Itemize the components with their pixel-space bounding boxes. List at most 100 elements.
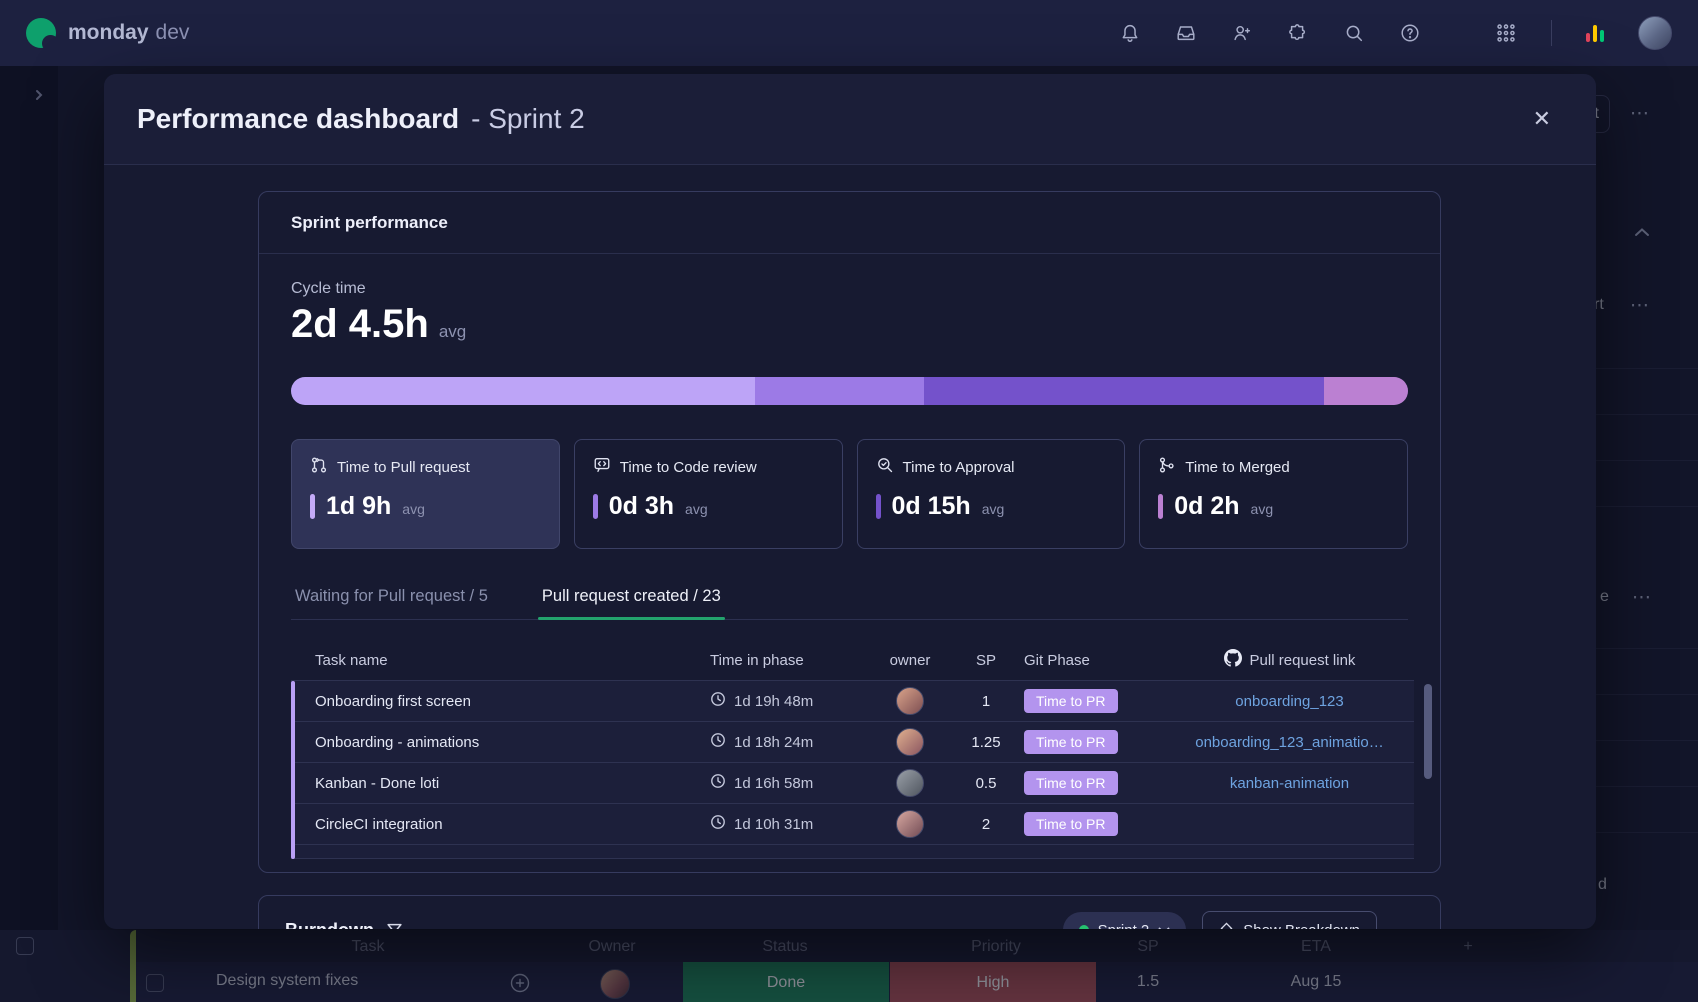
notifications-bell-icon[interactable] <box>1119 22 1141 44</box>
metric-label: Time to Merged <box>1185 459 1289 476</box>
clock-icon <box>710 773 726 793</box>
metric-accent-bar <box>876 494 881 519</box>
metric-accent-bar <box>1158 494 1163 519</box>
filter-icon[interactable] <box>386 922 403 930</box>
close-icon[interactable]: ✕ <box>1533 108 1551 130</box>
approval-icon <box>876 456 894 478</box>
phase-tabs: Waiting for Pull request / 5 Pull reques… <box>291 579 1408 620</box>
cycle-time-progress-bar <box>291 377 1408 405</box>
table-row[interactable]: Onboarding - animations 1d 18h 24m 1.25 … <box>291 722 1414 763</box>
metric-time-to-pull-request[interactable]: Time to Pull request 1d 9h avg <box>291 439 560 549</box>
header-pull-request-link: Pull request link <box>1250 652 1356 669</box>
github-icon <box>1224 649 1242 671</box>
sp-value: 2 <box>948 816 1024 833</box>
task-name: CircleCI integration <box>291 816 710 833</box>
monday-logo-icon[interactable] <box>26 18 56 48</box>
breakdown-diamond-icon <box>1219 921 1234 930</box>
pull-request-link[interactable]: onboarding_123 <box>1235 693 1343 710</box>
pull-request-link[interactable]: onboarding_123_animatio… <box>1195 734 1383 751</box>
chevron-down-icon <box>1158 922 1170 930</box>
git-merge-icon <box>1158 456 1176 478</box>
header-sp: SP <box>948 652 1024 669</box>
git-phase-badge: Time to PR <box>1024 812 1118 836</box>
clock-icon <box>710 732 726 752</box>
table-scrollbar <box>1424 682 1432 858</box>
cycle-time-label: Cycle time <box>291 280 1408 298</box>
inbox-icon[interactable] <box>1175 22 1197 44</box>
pull-request-icon <box>310 456 328 478</box>
modal-header: Performance dashboard - Sprint 2 ✕ <box>104 74 1596 165</box>
table-body: Onboarding first screen 1d 19h 48m 1 Tim… <box>291 680 1414 859</box>
time-in-phase: 1d 16h 58m <box>734 775 813 792</box>
product-chart-icon[interactable] <box>1586 24 1604 42</box>
brand-name: monday <box>68 21 149 45</box>
sprint-selector-label: Sprint 2 <box>1098 922 1150 930</box>
owner-avatar <box>896 687 924 715</box>
header-git-phase: Git Phase <box>1024 652 1165 669</box>
clock-icon <box>710 691 726 711</box>
top-bar: monday dev <box>0 0 1698 66</box>
task-name: Onboarding - animations <box>291 734 710 751</box>
header-task-name: Task name <box>291 652 710 669</box>
phase-metrics: Time to Pull request 1d 9h avg Time to C… <box>291 439 1408 549</box>
sprint-selector-button[interactable]: Sprint 2 <box>1063 912 1187 929</box>
table-row[interactable]: CircleCI integration 1d 10h 31m 2 Time t… <box>291 804 1414 845</box>
metric-unit: avg <box>982 501 1005 517</box>
show-breakdown-label: Show Breakdown <box>1243 922 1360 930</box>
metric-value: 1d 9h <box>326 492 391 521</box>
metric-time-to-approval[interactable]: Time to Approval 0d 15h avg <box>857 439 1126 549</box>
tab-waiting-for-pull-request[interactable]: Waiting for Pull request / 5 <box>291 579 492 619</box>
pull-request-link[interactable]: kanban-animation <box>1230 775 1349 792</box>
sp-value: 0.5 <box>948 775 1024 792</box>
metric-unit: avg <box>685 501 708 517</box>
progress-segment-merged <box>1324 377 1408 405</box>
table-row-clipped <box>291 845 1414 859</box>
cycle-time-value: 2d 4.5h <box>291 302 429 347</box>
progress-segment-code-review <box>755 377 925 405</box>
owner-avatar <box>896 769 924 797</box>
metric-time-to-merged[interactable]: Time to Merged 0d 2h avg <box>1139 439 1408 549</box>
sprint-performance-card: Sprint performance Cycle time 2d 4.5h av… <box>258 191 1441 873</box>
user-avatar[interactable] <box>1638 16 1672 50</box>
git-phase-badge: Time to PR <box>1024 689 1118 713</box>
burndown-card: Burndown Sprint 2 Show Breakdown <box>258 895 1441 929</box>
tab-pull-request-created[interactable]: Pull request created / 23 <box>538 579 725 619</box>
table-row[interactable]: Onboarding first screen 1d 19h 48m 1 Tim… <box>291 681 1414 722</box>
git-phase-badge: Time to PR <box>1024 730 1118 754</box>
progress-segment-pull-request <box>291 377 755 405</box>
help-icon[interactable] <box>1399 22 1421 44</box>
cycle-time-unit: avg <box>439 322 466 342</box>
metric-unit: avg <box>402 501 425 517</box>
modal-title: Performance dashboard <box>137 103 459 135</box>
invite-members-icon[interactable] <box>1231 22 1253 44</box>
apps-marketplace-icon[interactable] <box>1287 22 1309 44</box>
more-options-button[interactable]: ⋯ <box>1393 918 1414 930</box>
header-time-in-phase: Time in phase <box>710 652 872 669</box>
brand-product: dev <box>156 21 190 45</box>
metric-label: Time to Pull request <box>337 459 470 476</box>
scrollbar-thumb[interactable] <box>1424 684 1432 779</box>
screen: t ⋯ rt ⋯ e ⋯ d Task Owner Status Priorit… <box>0 0 1698 1002</box>
metric-value: 0d 2h <box>1174 492 1239 521</box>
performance-dashboard-modal: Performance dashboard - Sprint 2 ✕ Sprin… <box>104 74 1596 929</box>
time-in-phase: 1d 18h 24m <box>734 734 813 751</box>
metric-accent-bar <box>593 494 598 519</box>
sprint-status-dot <box>1079 925 1089 929</box>
metric-time-to-code-review[interactable]: Time to Code review 0d 3h avg <box>574 439 843 549</box>
product-switcher-grid-icon[interactable] <box>1495 22 1517 44</box>
topbar-divider <box>1551 20 1552 46</box>
search-icon[interactable] <box>1343 22 1365 44</box>
show-breakdown-button[interactable]: Show Breakdown <box>1202 911 1377 929</box>
time-in-phase: 1d 10h 31m <box>734 816 813 833</box>
git-phase-badge: Time to PR <box>1024 771 1118 795</box>
table-row[interactable]: Kanban - Done loti 1d 16h 58m 0.5 Time t… <box>291 763 1414 804</box>
table-header-row: Task name Time in phase owner SP Git Pha… <box>291 640 1414 680</box>
metric-value: 0d 15h <box>892 492 971 521</box>
header-owner: owner <box>872 652 948 669</box>
card-title: Sprint performance <box>259 192 1440 254</box>
code-review-icon <box>593 456 611 478</box>
owner-avatar <box>896 728 924 756</box>
sp-value: 1 <box>948 693 1024 710</box>
clock-icon <box>710 814 726 834</box>
metric-accent-bar <box>310 494 315 519</box>
